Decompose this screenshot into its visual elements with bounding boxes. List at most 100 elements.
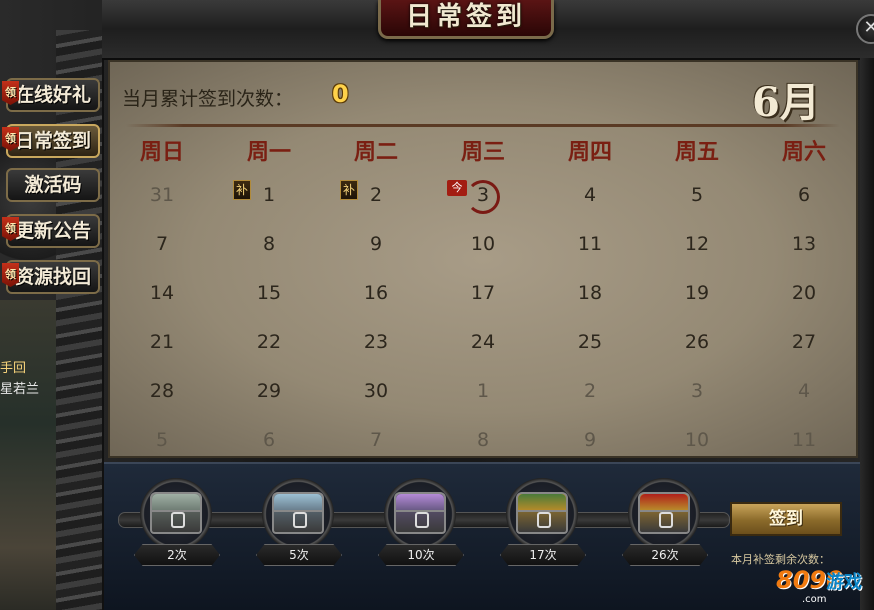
calendar-day[interactable]: 9 — [346, 233, 406, 255]
calendar-day[interactable]: 10 — [667, 429, 727, 451]
calendar-day[interactable]: 27 — [774, 331, 834, 353]
chest-lid — [396, 494, 444, 512]
side-menu-item-label: 更新公告 — [14, 220, 91, 242]
weekday-header: 周五 — [674, 139, 719, 165]
chest-lock-icon — [293, 512, 307, 528]
dragon-pillar — [56, 30, 104, 610]
monthly-count-label: 当月累计签到次数： — [122, 88, 294, 110]
reward-chest-icon[interactable] — [384, 478, 456, 550]
calendar-day[interactable]: 11 — [560, 233, 620, 255]
calendar-day[interactable]: 6 — [239, 429, 299, 451]
calendar-day[interactable]: 7 — [346, 429, 406, 451]
calendar-day[interactable]: 29 — [239, 380, 299, 402]
weekday-header: 周二 — [353, 139, 398, 165]
calendar-day[interactable]: 25 — [560, 331, 620, 353]
chest-lid — [518, 494, 566, 512]
chest-lock-icon — [537, 512, 551, 528]
calendar-day[interactable]: 20 — [774, 282, 834, 304]
reward-chest-icon[interactable] — [506, 478, 578, 550]
calendar-day[interactable]: 5 — [667, 184, 727, 206]
chest-body — [394, 492, 446, 534]
calendar-day[interactable]: 7 — [132, 233, 192, 255]
calendar-day[interactable]: 30 — [346, 380, 406, 402]
calendar-day[interactable]: 8 — [239, 233, 299, 255]
calendar-day[interactable]: 8 — [453, 429, 513, 451]
chest-lock-icon — [659, 512, 673, 528]
makeup-sign-icon[interactable]: 补 — [340, 180, 358, 200]
reward-chest-icon[interactable] — [628, 478, 700, 550]
weekday-header: 周日 — [139, 139, 184, 165]
claim-tag: 领 — [2, 81, 19, 105]
month-label: 6月 — [752, 79, 820, 126]
watermark-text: 游戏 — [826, 572, 862, 593]
calendar-day[interactable]: 3 — [667, 380, 727, 402]
weekday-header: 周四 — [567, 139, 612, 165]
calendar-day[interactable]: 1 — [453, 380, 513, 402]
weekday-header: 周一 — [246, 139, 291, 165]
reward-chest-icon[interactable] — [140, 478, 212, 550]
title-plate: 日常签到 — [378, 0, 554, 39]
chest-count-label: 5次 — [256, 544, 342, 566]
makeup-remaining-label: 本月补签剩余次数： — [731, 553, 830, 566]
calendar-day[interactable]: 31 — [132, 184, 192, 206]
watermark-domain: .com — [802, 594, 827, 605]
calendar-day[interactable]: 4 — [560, 184, 620, 206]
weekday-header: 周六 — [781, 139, 826, 165]
chest-lid — [640, 494, 688, 512]
calendar-day[interactable]: 17 — [453, 282, 513, 304]
weekday-header: 周三 — [460, 139, 505, 165]
calendar-day[interactable]: 23 — [346, 331, 406, 353]
chest-count-label: 26次 — [622, 544, 708, 566]
monthly-count-value: 0 — [332, 80, 349, 108]
side-menu-item-label: 激活码 — [24, 174, 82, 196]
side-menu-item-2[interactable]: 激活码 — [6, 168, 100, 202]
calendar-day[interactable]: 26 — [667, 331, 727, 353]
side-menu-item-1[interactable]: 日常签到领 — [2, 124, 100, 158]
chest-lock-icon — [415, 512, 429, 528]
calendar-day[interactable]: 2 — [560, 380, 620, 402]
claim-tag: 领 — [2, 217, 19, 241]
divider — [126, 124, 840, 127]
background-scene — [0, 300, 58, 610]
calendar-day[interactable]: 9 — [560, 429, 620, 451]
chest-body — [638, 492, 690, 534]
side-menu-item-3[interactable]: 更新公告领 — [2, 214, 100, 248]
calendar-day[interactable]: 13 — [774, 233, 834, 255]
calendar-day[interactable]: 10 — [453, 233, 513, 255]
side-menu-item-label: 在线好礼 — [14, 84, 91, 106]
calendar-day[interactable]: 14 — [132, 282, 192, 304]
site-watermark: 8090 游戏 .com — [776, 566, 872, 606]
calendar-day[interactable]: 4 — [774, 380, 834, 402]
sign-in-button[interactable]: 签到 — [730, 502, 842, 536]
chest-count-label: 2次 — [134, 544, 220, 566]
chest-count-label: 10次 — [378, 544, 464, 566]
calendar-day[interactable]: 21 — [132, 331, 192, 353]
calendar-day[interactable]: 11 — [774, 429, 834, 451]
side-menu-item-4[interactable]: 资源找回领 — [2, 260, 100, 294]
side-menu-item-0[interactable]: 在线好礼领 — [2, 78, 100, 112]
chest-lid — [274, 494, 322, 512]
claim-tag: 领 — [2, 127, 19, 151]
calendar-day[interactable]: 22 — [239, 331, 299, 353]
calendar-day[interactable]: 28 — [132, 380, 192, 402]
calendar-day[interactable]: 18 — [560, 282, 620, 304]
chest-lock-icon — [171, 512, 185, 528]
background-label-b: 星若兰 — [0, 382, 40, 397]
window-title: 日常签到 — [405, 2, 526, 32]
side-menu-item-label: 日常签到 — [14, 130, 91, 152]
calendar-day[interactable]: 24 — [453, 331, 513, 353]
calendar-day[interactable]: 3 — [453, 184, 513, 206]
calendar-day[interactable]: 12 — [667, 233, 727, 255]
calendar-day[interactable]: 6 — [774, 184, 834, 206]
side-menu-item-label: 资源找回 — [14, 266, 91, 288]
reward-chest-icon[interactable] — [262, 478, 334, 550]
background-label-a: 手回 — [0, 361, 27, 376]
chest-body — [150, 492, 202, 534]
calendar-day[interactable]: 15 — [239, 282, 299, 304]
calendar-day[interactable]: 16 — [346, 282, 406, 304]
reward-strip — [104, 462, 860, 610]
calendar-day[interactable]: 5 — [132, 429, 192, 451]
claim-tag: 领 — [2, 263, 19, 287]
makeup-sign-icon[interactable]: 补 — [233, 180, 251, 200]
calendar-day[interactable]: 19 — [667, 282, 727, 304]
